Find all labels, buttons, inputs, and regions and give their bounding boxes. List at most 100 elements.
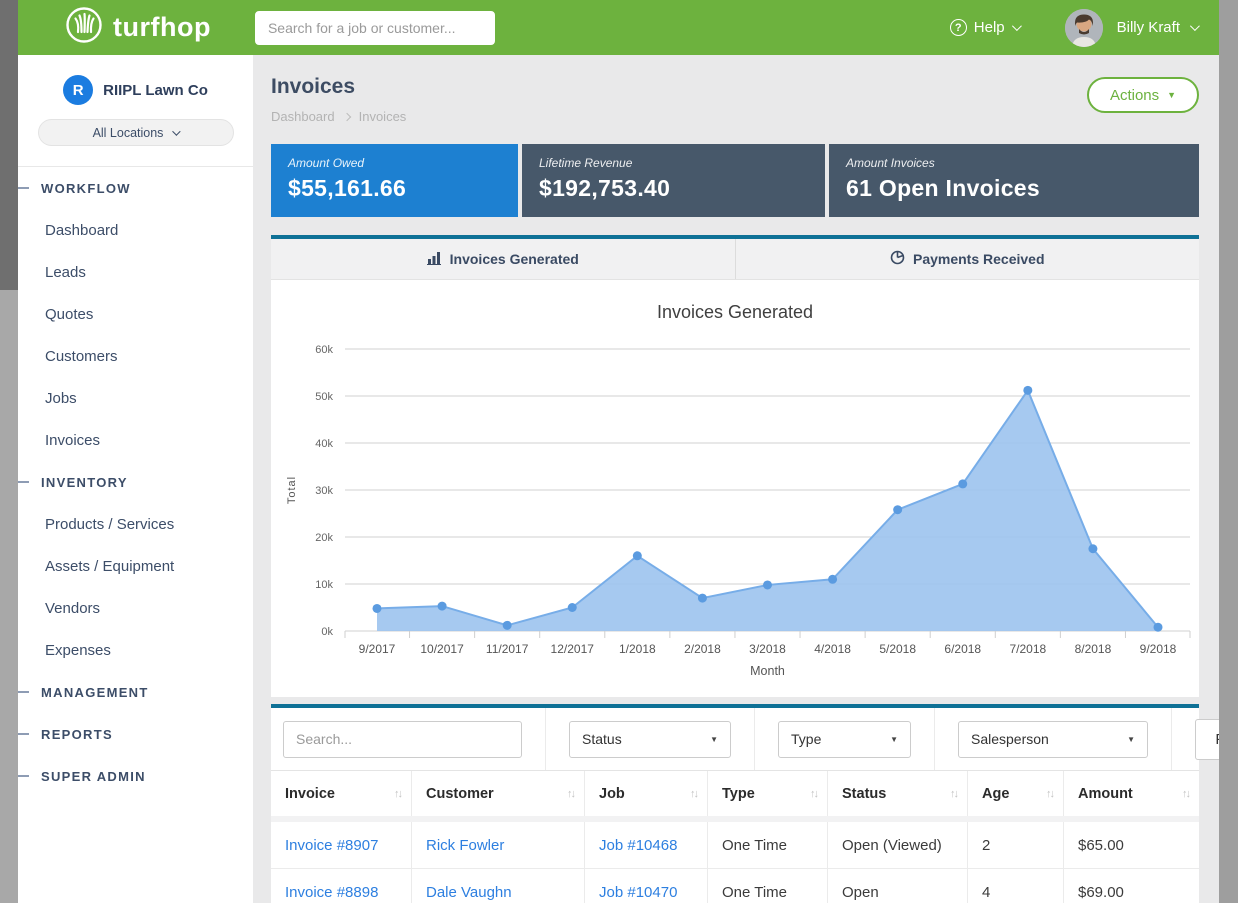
stat-value: 61 Open Invoices	[846, 175, 1182, 202]
filter-button[interactable]: Filter	[1195, 719, 1219, 760]
sort-icon[interactable]: ↑↓	[690, 788, 697, 800]
user-menu[interactable]: Billy Kraft	[1117, 19, 1197, 36]
user-avatar[interactable]	[1065, 9, 1103, 47]
tab-invoices-generated[interactable]: Invoices Generated	[271, 239, 735, 279]
location-selector[interactable]: All Locations	[38, 119, 234, 146]
column-header-status[interactable]: Status↑↓	[828, 771, 968, 816]
svg-text:Total: Total	[286, 476, 298, 504]
caret-down-icon: ▼	[890, 735, 898, 744]
help-icon: ?	[950, 19, 967, 36]
company-name: RIIPL Lawn Co	[103, 82, 208, 99]
global-search-input[interactable]	[255, 11, 495, 45]
invoice-link[interactable]: Invoice #8907	[285, 837, 378, 854]
invoices-table-panel: Status ▼ Type ▼ Salesperson ▼	[271, 704, 1199, 903]
customer-link[interactable]: Dale Vaughn	[426, 884, 512, 901]
table-search-input[interactable]	[283, 721, 522, 758]
svg-text:20k: 20k	[315, 532, 333, 544]
age-cell: 2	[968, 822, 1064, 868]
turfhop-logo[interactable]: turfhop	[65, 6, 211, 49]
sidebar-section-reports[interactable]: REPORTS	[18, 713, 253, 755]
caret-down-icon: ▼	[1167, 90, 1176, 100]
chart-area: Invoices Generated 0k10k20k30k40k50k60k9…	[271, 280, 1199, 687]
sidebar-item-dashboard[interactable]: Dashboard	[18, 209, 253, 251]
svg-text:1/2018: 1/2018	[619, 642, 656, 656]
main-content: Invoices Dashboard Invoices Actions ▼ Am…	[253, 55, 1219, 903]
type-cell: One Time	[708, 869, 828, 903]
left-scrollbar[interactable]	[0, 0, 18, 903]
sidebar-section-super-admin[interactable]: SUPER ADMIN	[18, 755, 253, 797]
help-menu[interactable]: ? Help	[950, 19, 1019, 36]
svg-text:12/2017: 12/2017	[551, 642, 595, 656]
tab-payments-received[interactable]: Payments Received	[735, 239, 1200, 279]
sidebar-item-jobs[interactable]: Jobs	[18, 377, 253, 419]
table-row: Invoice #8907 Rick Fowler Job #10468 One…	[271, 822, 1199, 869]
left-scrollbar-thumb[interactable]	[0, 0, 18, 290]
amount-cell: $65.00	[1064, 822, 1199, 868]
salesperson-select[interactable]: Salesperson ▼	[958, 721, 1148, 758]
table-body: Invoice #8907 Rick Fowler Job #10468 One…	[271, 822, 1199, 903]
user-name: Billy Kraft	[1117, 19, 1180, 36]
sidebar-item-invoices[interactable]: Invoices	[18, 419, 253, 461]
sort-icon[interactable]: ↑↓	[810, 788, 817, 800]
svg-text:3/2018: 3/2018	[749, 642, 786, 656]
status-select[interactable]: Status ▼	[569, 721, 731, 758]
sidebar-item-customers[interactable]: Customers	[18, 335, 253, 377]
sidebar-section-management[interactable]: MANAGEMENT	[18, 671, 253, 713]
column-header-customer[interactable]: Customer↑↓	[412, 771, 585, 816]
svg-text:Month: Month	[750, 664, 785, 678]
sidebar-nav: WORKFLOW Dashboard Leads Quotes Customer…	[18, 167, 253, 797]
actions-button[interactable]: Actions ▼	[1087, 77, 1199, 113]
column-header-type[interactable]: Type↑↓	[708, 771, 828, 816]
chevron-down-icon	[173, 127, 181, 135]
job-link[interactable]: Job #10468	[599, 837, 677, 854]
sort-icon[interactable]: ↑↓	[950, 788, 957, 800]
caret-down-icon: ▼	[710, 735, 718, 744]
type-select[interactable]: Type ▼	[778, 721, 911, 758]
dashes-icon	[18, 733, 29, 735]
sidebar-item-quotes[interactable]: Quotes	[18, 293, 253, 335]
caret-down-icon: ▼	[1127, 735, 1135, 744]
svg-text:4/2018: 4/2018	[814, 642, 851, 656]
company-header[interactable]: R RIIPL Lawn Co	[18, 55, 253, 105]
column-header-age[interactable]: Age↑↓	[968, 771, 1064, 816]
sidebar-section-inventory[interactable]: INVENTORY	[18, 461, 253, 503]
topbar-right: ? Help Billy Kraft	[950, 9, 1197, 47]
sort-icon[interactable]: ↑↓	[567, 788, 574, 800]
sidebar-item-expenses[interactable]: Expenses	[18, 629, 253, 671]
stat-card-lifetime-revenue: Lifetime Revenue $192,753.40	[522, 144, 825, 217]
sidebar-item-vendors[interactable]: Vendors	[18, 587, 253, 629]
logo-wordmark: turfhop	[113, 12, 211, 43]
right-scrollbar[interactable]	[1219, 0, 1238, 903]
sort-icon[interactable]: ↑↓	[1046, 788, 1053, 800]
job-link[interactable]: Job #10470	[599, 884, 677, 901]
chevron-right-icon	[342, 112, 350, 120]
dashes-icon	[18, 691, 29, 693]
status-cell: Open (Viewed)	[828, 822, 968, 868]
chart-panel: Invoices Generated Payments Received Inv…	[271, 235, 1199, 697]
customer-link[interactable]: Rick Fowler	[426, 837, 504, 854]
svg-text:60k: 60k	[315, 344, 333, 356]
svg-text:11/2017: 11/2017	[486, 642, 529, 656]
column-header-amount[interactable]: Amount↑↓	[1064, 771, 1199, 816]
stat-label: Lifetime Revenue	[539, 156, 808, 170]
invoice-link[interactable]: Invoice #8898	[285, 884, 378, 901]
page-title: Invoices	[271, 75, 1199, 99]
breadcrumb-dashboard[interactable]: Dashboard	[271, 109, 335, 124]
svg-text:7/2018: 7/2018	[1009, 642, 1046, 656]
sidebar-item-assets-equipment[interactable]: Assets / Equipment	[18, 545, 253, 587]
pie-chart-icon	[890, 250, 905, 268]
svg-text:40k: 40k	[315, 438, 333, 450]
sidebar-item-products-services[interactable]: Products / Services	[18, 503, 253, 545]
location-selector-label: All Locations	[93, 126, 164, 140]
sort-icon[interactable]: ↑↓	[1182, 788, 1189, 800]
sidebar-section-workflow[interactable]: WORKFLOW	[18, 167, 253, 209]
chevron-down-icon	[1190, 21, 1200, 31]
sidebar-item-leads[interactable]: Leads	[18, 251, 253, 293]
column-header-invoice[interactable]: Invoice↑↓	[271, 771, 412, 816]
app-window: turfhop ? Help Billy Kraft	[18, 0, 1219, 903]
amount-cell: $69.00	[1064, 869, 1199, 903]
stat-card-amount-owed: Amount Owed $55,161.66	[271, 144, 518, 217]
column-header-job[interactable]: Job↑↓	[585, 771, 708, 816]
dashes-icon	[18, 481, 29, 483]
sort-icon[interactable]: ↑↓	[394, 788, 401, 800]
